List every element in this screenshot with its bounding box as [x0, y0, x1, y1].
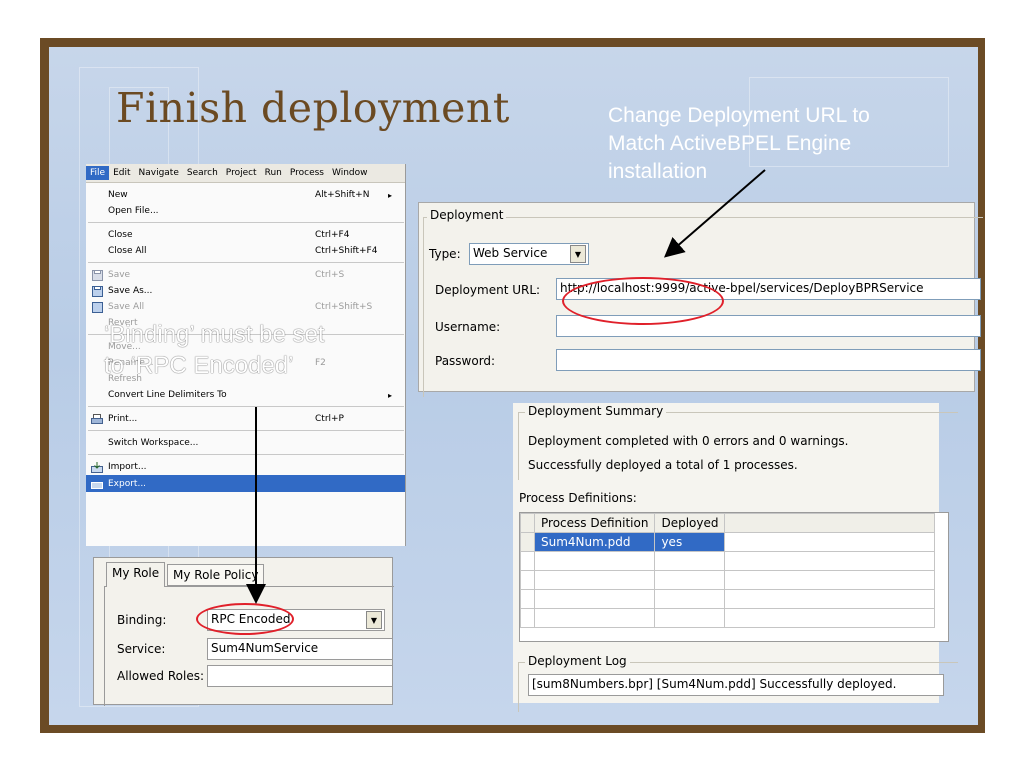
column-header-process-definition[interactable]: Process Definition — [533, 513, 656, 533]
table-corner-cell — [520, 513, 535, 533]
menu-separator — [88, 406, 404, 407]
deployment-summary-panel: Deployment Summary Deployment completed … — [513, 403, 958, 712]
menu-search[interactable]: Search — [183, 166, 222, 180]
cell-deployed: yes — [654, 532, 726, 552]
save-all-icon — [90, 301, 104, 313]
menu-item-print[interactable]: Print... Ctrl+P — [86, 411, 405, 427]
url-annotation: Change Deployment URL to Match ActiveBPE… — [608, 102, 870, 186]
menu-item-export[interactable]: Export... — [86, 475, 405, 492]
menu-item-save[interactable]: Save Ctrl+S — [86, 267, 405, 283]
menu-edit[interactable]: Edit — [109, 166, 134, 180]
binding-label: Binding: — [117, 613, 167, 627]
save-as-icon — [90, 285, 104, 297]
deployment-legend: Deployment — [427, 208, 507, 222]
menu-separator — [88, 222, 404, 223]
chevron-down-icon[interactable]: ▼ — [570, 245, 586, 263]
empty-table-row — [520, 570, 936, 590]
allowed-roles-input[interactable] — [207, 665, 393, 687]
import-icon — [90, 461, 104, 473]
binding-annotation-line: to ‘RPC Encoded’ — [104, 352, 294, 379]
tab-my-role[interactable]: My Role — [106, 562, 166, 587]
save-icon — [90, 269, 104, 281]
menu-item-close-all[interactable]: Close All Ctrl+Shift+F4 — [86, 243, 405, 259]
process-definitions-label: Process Definitions: — [519, 491, 637, 505]
empty-table-row — [520, 589, 936, 609]
menu-item-new[interactable]: New Alt+Shift+N ▸ — [86, 187, 405, 203]
chevron-down-icon[interactable]: ▼ — [366, 611, 382, 629]
url-annotation-line: Match ActiveBPEL Engine — [608, 132, 852, 155]
url-annotation-line: Change Deployment URL to — [608, 104, 870, 127]
menu-navigate[interactable]: Navigate — [135, 166, 183, 180]
menu-item-save-as[interactable]: Save As... — [86, 283, 405, 299]
deployment-log-output[interactable]: [sum8Numbers.bpr] [Sum4Num.pdd] Successf… — [528, 674, 944, 696]
empty-table-row — [520, 608, 936, 628]
menu-separator — [88, 430, 404, 431]
menu-item-open-file[interactable]: Open File... — [86, 203, 405, 219]
service-input[interactable]: Sum4NumService — [207, 638, 393, 660]
summary-line-errors: Deployment completed with 0 errors and 0… — [528, 434, 849, 448]
binding-highlight-ellipse — [196, 603, 294, 635]
summary-line-processes: Successfully deployed a total of 1 proce… — [528, 458, 798, 472]
table-row[interactable]: Sum4Num.pdd yes — [520, 532, 936, 552]
row-header-cell — [520, 532, 535, 552]
column-header-filler — [724, 513, 936, 533]
username-label: Username: — [435, 320, 501, 334]
column-header-deployed[interactable]: Deployed — [654, 513, 726, 533]
service-label: Service: — [117, 642, 166, 656]
cell-process-definition: Sum4Num.pdd — [533, 532, 656, 552]
process-definitions-table-frame: Process Definition Deployed Sum4Num.pdd … — [519, 512, 949, 642]
binding-annotation-line: ‘Binding’ must be set — [104, 321, 325, 348]
url-highlight-ellipse — [562, 277, 724, 325]
cell-filler — [724, 532, 936, 552]
menu-run[interactable]: Run — [261, 166, 286, 180]
export-icon — [90, 478, 104, 490]
menubar: File Edit Navigate Search Project Run Pr… — [86, 164, 405, 183]
menu-separator — [88, 262, 404, 263]
slide-title: Finish deployment — [116, 84, 510, 132]
deployment-url-label: Deployment URL: — [435, 283, 541, 297]
menu-project[interactable]: Project — [222, 166, 261, 180]
process-definitions-table: Process Definition Deployed Sum4Num.pdd … — [520, 513, 936, 628]
menu-process[interactable]: Process — [286, 166, 328, 180]
url-annotation-line: installation — [608, 160, 708, 183]
log-legend: Deployment Log — [525, 654, 630, 668]
menu-item-save-all[interactable]: Save All Ctrl+Shift+S — [86, 299, 405, 315]
tab-my-role-policy[interactable]: My Role Policy — [167, 564, 265, 586]
empty-table-row — [520, 551, 936, 571]
type-label: Type: — [429, 247, 461, 261]
menu-item-import[interactable]: Import... — [86, 459, 405, 475]
allowed-roles-label: Allowed Roles: — [117, 669, 204, 683]
menu-window[interactable]: Window — [328, 166, 372, 180]
summary-legend: Deployment Summary — [525, 404, 667, 418]
printer-icon — [90, 413, 104, 425]
menu-item-convert-line-delimiters[interactable]: Convert Line Delimiters To ▸ — [86, 387, 405, 403]
password-input[interactable] — [556, 349, 981, 371]
password-label: Password: — [435, 354, 496, 368]
menu-separator — [88, 454, 404, 455]
menu-item-close[interactable]: Close Ctrl+F4 — [86, 227, 405, 243]
binding-annotation: ‘Binding’ must be set to ‘RPC Encoded’ — [104, 319, 325, 381]
menu-item-switch-workspace[interactable]: Switch Workspace... — [86, 435, 405, 451]
menu-file[interactable]: File — [86, 166, 110, 180]
